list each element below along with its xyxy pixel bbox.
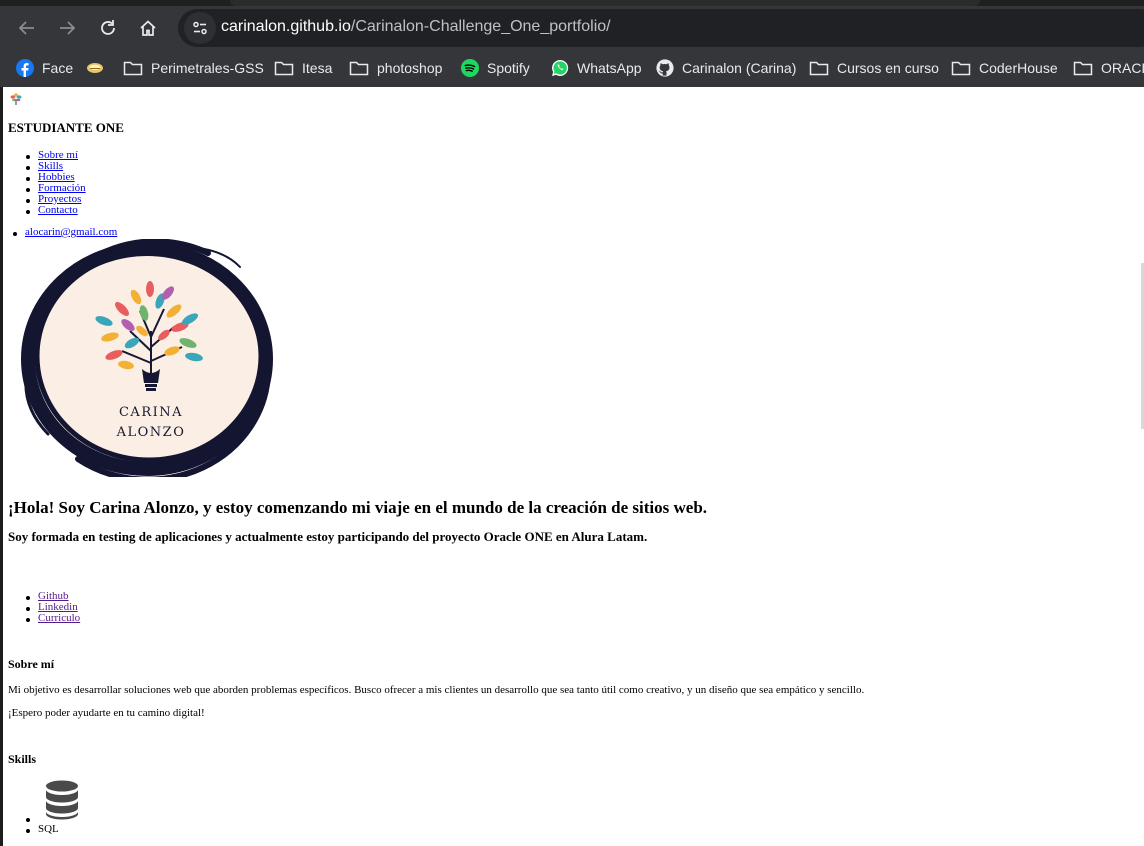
folder-icon <box>951 61 971 76</box>
folder-icon <box>1073 61 1093 76</box>
skills-title: Skills <box>8 752 37 766</box>
skills-list: SQL <box>26 813 59 835</box>
about-title: Sobre mí <box>8 657 55 671</box>
folder-icon <box>274 61 294 76</box>
curriculo-link[interactable]: Curriculo <box>38 612 80 624</box>
hero-heading: ¡Hola! Soy Carina Alonzo, y estoy comenz… <box>8 498 708 517</box>
folder-icon <box>123 61 143 76</box>
bookmark-perimetrales-gss[interactable]: Perimetrales-GSS <box>123 56 264 80</box>
email-link[interactable]: alocarin@gmail.com <box>25 226 117 238</box>
bookmark-coderhouse[interactable]: CoderHouse <box>951 56 1058 80</box>
bookmark-whatsapp[interactable]: WhatsApp <box>551 56 642 80</box>
about-paragraph-2: ¡Espero poder ayudarte en tu camino digi… <box>8 707 205 719</box>
arrow-left-icon <box>18 21 34 35</box>
social-item-curriculo: Curriculo <box>25 612 80 624</box>
main-nav: Sobre mí Skills Hobbies Formación Proyec… <box>26 150 86 216</box>
logo-text-line1: CARINA <box>119 405 183 420</box>
site-info-button[interactable] <box>184 12 216 44</box>
tune-icon <box>193 21 207 35</box>
bookmark-photoshop[interactable]: photoshop <box>349 56 442 80</box>
logo-text-line2: ALONZO <box>116 425 186 440</box>
nav-link-contacto[interactable]: Contacto <box>38 204 78 216</box>
home-button[interactable] <box>130 10 166 46</box>
page-content: ESTUDIANTE ONE Sobre mí Skills Hobbies F… <box>0 87 1144 846</box>
bookmark-face[interactable]: Face <box>16 56 73 80</box>
small-tree-logo-icon <box>10 93 22 105</box>
site-title: ESTUDIANTE ONE <box>8 120 124 135</box>
bookmark-cursos-en-curso[interactable]: Cursos en curso <box>809 56 939 80</box>
social-links: Github Linkedin Curriculo <box>25 591 80 624</box>
bookmark-oracle[interactable]: ORACLE <box>1073 56 1144 80</box>
contact-list: alocarin@gmail.com <box>12 226 117 238</box>
arrow-right-icon <box>60 21 76 35</box>
browser-toolbar: carinalon.github.io/Carinalon-Challenge_… <box>0 6 1144 50</box>
bookmark-spotify[interactable]: Spotify <box>461 56 530 80</box>
bookmark-github-carinalon[interactable]: Carinalon (Carina) <box>656 56 796 80</box>
facebook-icon <box>16 59 34 77</box>
bookmark-itesa[interactable]: Itesa <box>274 56 332 80</box>
folder-icon <box>349 61 369 76</box>
reload-icon <box>101 20 115 35</box>
carina-alonzo-logo: CARINA ALONZO <box>21 239 273 477</box>
page-left-edge <box>0 87 3 846</box>
spotify-icon <box>461 59 479 77</box>
contact-email-item: alocarin@gmail.com <box>12 226 117 238</box>
home-icon <box>140 20 156 36</box>
coin-icon <box>87 63 103 73</box>
github-icon <box>656 59 674 77</box>
nav-item-contacto: Contacto <box>26 204 86 216</box>
url-text: carinalon.github.io/Carinalon-Challenge_… <box>221 18 611 35</box>
bookmark-coin[interactable] <box>86 56 104 80</box>
forward-button[interactable] <box>49 10 85 46</box>
back-button[interactable] <box>9 10 45 46</box>
whatsapp-icon <box>552 59 569 76</box>
folder-icon <box>809 61 829 76</box>
bookmarks-bar: Face Perimetrales-GSS Itesa photoshop Sp… <box>0 50 1144 87</box>
reload-button[interactable] <box>90 10 126 46</box>
hero-subheading: Soy formada en testing de aplicaciones y… <box>8 529 648 544</box>
skill-item-sql: SQL <box>26 823 59 835</box>
address-bar[interactable]: carinalon.github.io/Carinalon-Challenge_… <box>178 9 1144 47</box>
skill-label-sql: SQL <box>38 823 59 835</box>
about-paragraph-1: Mi objetivo es desarrollar soluciones we… <box>8 684 865 696</box>
